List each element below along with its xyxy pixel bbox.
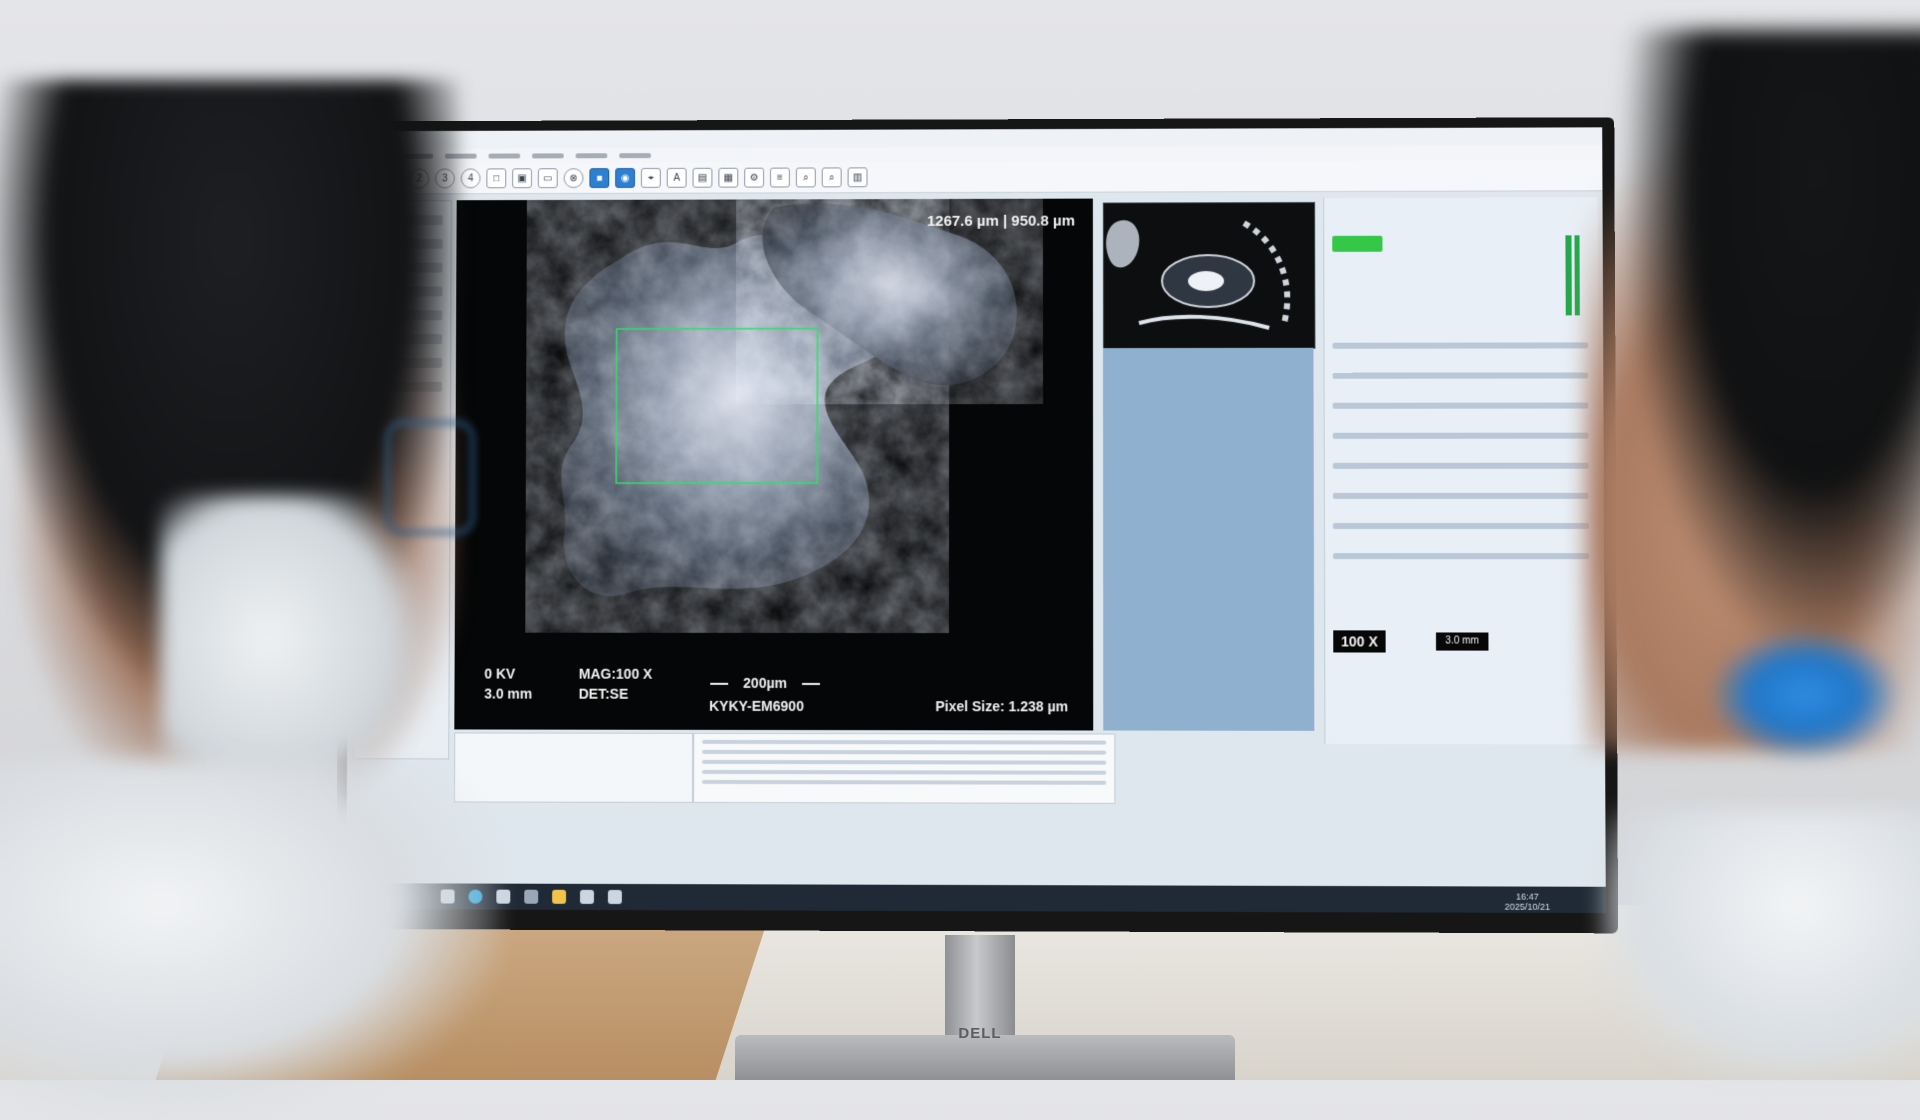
scale-bar: 200µm bbox=[710, 674, 820, 691]
document-icon[interactable]: ▣ bbox=[512, 168, 532, 189]
screen: ⌂ 1 2 3 4 □ ▣ ▭ ⊗ ■ ◉ ⌖ A ▤ ▦ ⚙ ≡ ⌕ ⌕ ▥ bbox=[346, 127, 1606, 914]
taskbar-clock[interactable]: 16:47 2025/10/21 bbox=[1505, 892, 1551, 912]
zoom-out-icon[interactable]: ⌕ bbox=[821, 167, 842, 188]
number-4-icon[interactable]: 4 bbox=[460, 168, 481, 189]
magnification-readout: MAG:100 X bbox=[578, 665, 653, 682]
kv-readout: 0 KV bbox=[484, 665, 516, 682]
menu-item-placeholder[interactable] bbox=[575, 153, 608, 159]
right-person-shoulder bbox=[1600, 810, 1920, 1080]
right-person-mask bbox=[1710, 630, 1900, 760]
taskbar-date: 2025/10/21 bbox=[1504, 901, 1551, 912]
log-panel bbox=[692, 732, 1116, 804]
control-slider[interactable] bbox=[1332, 522, 1589, 530]
menu-item-placeholder[interactable] bbox=[532, 153, 564, 159]
left-person-shoulder bbox=[0, 760, 500, 1120]
layers-icon[interactable]: ▥ bbox=[847, 167, 868, 188]
scale-bar-label: 200µm bbox=[743, 674, 787, 691]
sem-image-svg bbox=[454, 198, 1094, 731]
folder-icon[interactable] bbox=[552, 889, 567, 904]
level-bar bbox=[1573, 235, 1580, 316]
control-slider[interactable] bbox=[1332, 492, 1589, 499]
save-icon[interactable]: ■ bbox=[589, 168, 610, 188]
log-line bbox=[702, 769, 1107, 775]
sem-image-view[interactable]: 1267.6 µm | 950.8 µm 0 KV 3.0 mm MAG:100… bbox=[454, 198, 1094, 731]
tv-icon[interactable]: ▤ bbox=[692, 167, 713, 188]
control-slider[interactable] bbox=[1332, 462, 1589, 469]
sample-stub bbox=[1188, 271, 1224, 292]
level-bar bbox=[1565, 235, 1572, 316]
document-icon[interactable]: □ bbox=[486, 168, 507, 189]
working-distance-display[interactable]: 3.0 mm bbox=[1435, 632, 1489, 651]
magnification-display[interactable]: 100 X bbox=[1333, 630, 1386, 653]
menu-item-placeholder[interactable] bbox=[619, 153, 651, 159]
monitor-brand: DELL bbox=[958, 1025, 1002, 1042]
right-control-panel: 100 X 3.0 mm bbox=[1323, 197, 1601, 745]
taskbar: 16:47 2025/10/21 bbox=[346, 883, 1606, 914]
log-line bbox=[702, 739, 1107, 745]
log-line bbox=[702, 749, 1107, 755]
pixel-size-readout: Pixel Size: 1.238 µm bbox=[935, 698, 1069, 715]
chamber-camera-view[interactable] bbox=[1102, 202, 1316, 350]
close-circle-icon[interactable]: ⊗ bbox=[563, 168, 584, 189]
log-line bbox=[702, 759, 1107, 765]
instrument-model: KYKY-EM6900 bbox=[709, 697, 804, 715]
app-icon-taskbar[interactable] bbox=[579, 889, 594, 904]
focus-icon[interactable]: ⌖ bbox=[640, 167, 661, 188]
screen-icon[interactable]: ▭ bbox=[537, 168, 558, 189]
field-size-readout: 1267.6 µm | 950.8 µm bbox=[926, 212, 1075, 230]
level-meter bbox=[1565, 235, 1580, 316]
lab-scene: ⌂ 1 2 3 4 □ ▣ ▭ ⊗ ■ ◉ ⌖ A ▤ ▦ ⚙ ≡ ⌕ ⌕ ▥ bbox=[0, 0, 1920, 1120]
toolbar: ⌂ 1 2 3 4 □ ▣ ▭ ⊗ ■ ◉ ⌖ A ▤ ▦ ⚙ ≡ ⌕ ⌕ ▥ bbox=[349, 160, 1603, 195]
control-slider[interactable] bbox=[1332, 342, 1589, 349]
control-slider[interactable] bbox=[1332, 432, 1589, 439]
control-slider[interactable] bbox=[1333, 553, 1590, 560]
store-icon[interactable] bbox=[524, 889, 539, 904]
calendar-icon[interactable]: ▦ bbox=[718, 167, 739, 188]
control-slider[interactable] bbox=[1332, 372, 1589, 379]
menu-item-placeholder[interactable] bbox=[488, 153, 521, 159]
detector-readout: DET:SE bbox=[578, 685, 629, 702]
status-button[interactable] bbox=[1332, 235, 1383, 252]
working-distance-readout: 3.0 mm bbox=[484, 685, 533, 702]
zoom-in-icon[interactable]: ⌕ bbox=[795, 167, 816, 188]
left-person-glasses bbox=[385, 420, 475, 535]
log-line bbox=[701, 779, 1107, 785]
taskbar-time: 16:47 bbox=[1515, 891, 1539, 902]
camera-svg bbox=[1104, 202, 1314, 349]
search-icon[interactable] bbox=[607, 889, 622, 905]
blank-panel bbox=[1102, 347, 1315, 731]
control-slider[interactable] bbox=[1332, 402, 1589, 409]
camera-icon[interactable]: ◉ bbox=[615, 168, 636, 188]
text-icon[interactable]: A bbox=[666, 167, 687, 188]
settings-icon[interactable]: ⚙ bbox=[744, 167, 765, 188]
measure-icon[interactable]: ≡ bbox=[770, 167, 790, 188]
monitor: ⌂ 1 2 3 4 □ ▣ ▭ ⊗ ■ ◉ ⌖ A ▤ ▦ ⚙ ≡ ⌕ ⌕ ▥ bbox=[336, 117, 1619, 934]
